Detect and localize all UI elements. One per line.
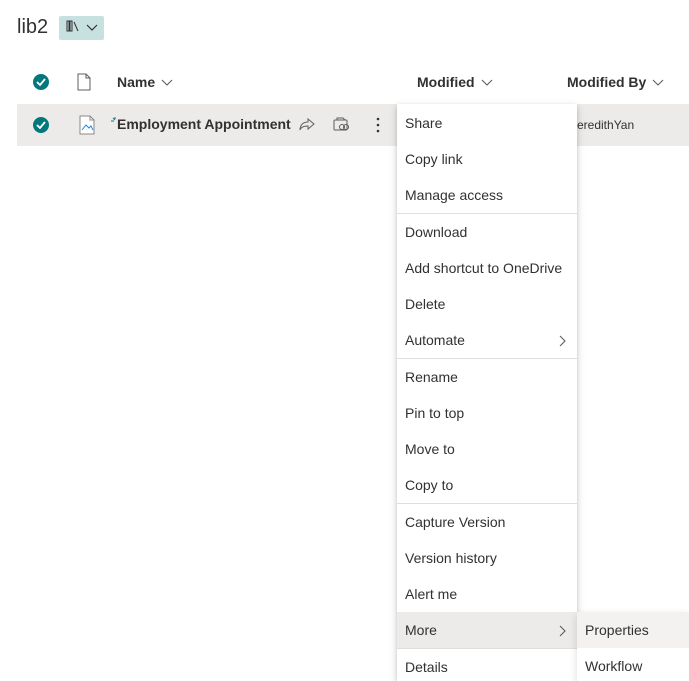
file-name-link[interactable]: Employment Appointment [117, 116, 291, 132]
column-header-modified[interactable]: Modified [417, 74, 493, 90]
submenu-item-properties[interactable]: Properties [577, 612, 689, 648]
menu-item-rename[interactable]: Rename [397, 359, 577, 395]
menu-item-add-shortcut[interactable]: Add shortcut to OneDrive [397, 250, 577, 286]
menu-item-label: Share [405, 115, 443, 131]
menu-item-label: Add shortcut to OneDrive [405, 260, 563, 276]
library-view-icon [66, 19, 82, 38]
table-row[interactable]: Employment Appointment eredithYan [17, 104, 689, 146]
view-switch-button[interactable] [59, 16, 104, 40]
chevron-down-icon [652, 74, 664, 90]
context-menu: Share Copy link Manage access Download A… [397, 104, 577, 681]
menu-item-label: Capture Version [405, 514, 506, 530]
menu-item-label: More [405, 622, 437, 638]
menu-item-label: Move to [405, 441, 455, 457]
menu-item-copy-to[interactable]: Copy to [397, 467, 577, 503]
menu-item-details[interactable]: Details [397, 649, 577, 681]
menu-item-version-history[interactable]: Version history [397, 540, 577, 576]
menu-item-label: Alert me [405, 586, 458, 602]
submenu-item-label: Properties [585, 622, 649, 638]
more-actions-icon[interactable] [369, 116, 387, 134]
column-modified-by-label: Modified By [567, 74, 647, 90]
menu-item-more[interactable]: More [397, 612, 577, 648]
chevron-down-icon [161, 74, 173, 90]
list-header: Name Modified Modified By [17, 63, 689, 101]
column-header-name[interactable]: Name [117, 74, 173, 90]
chevron-down-icon [86, 19, 98, 37]
menu-item-automate[interactable]: Automate [397, 322, 577, 358]
library-title: lib2 [17, 16, 49, 38]
menu-item-label: Automate [405, 332, 465, 348]
submenu-item-label: Workflow [585, 658, 643, 674]
file-type-icon [77, 73, 91, 96]
copy-link-icon[interactable] [333, 116, 351, 134]
menu-item-label: Version history [405, 550, 497, 566]
menu-item-delete[interactable]: Delete [397, 286, 577, 322]
page: { "library": { "title": "lib2", "view_ic… [0, 0, 689, 681]
menu-item-label: Manage access [405, 187, 504, 203]
menu-item-capture-version[interactable]: Capture Version [397, 504, 577, 540]
chevron-right-icon [559, 334, 567, 350]
share-icon[interactable] [298, 116, 316, 134]
menu-item-manage-access[interactable]: Manage access [397, 177, 577, 213]
chevron-down-icon [481, 74, 493, 90]
menu-item-share[interactable]: Share [397, 105, 577, 141]
menu-item-label: Copy link [405, 151, 463, 167]
menu-item-alert-me[interactable]: Alert me [397, 576, 577, 612]
chevron-right-icon [559, 624, 567, 640]
menu-item-label: Details [405, 659, 448, 675]
document-icon [78, 115, 96, 140]
submenu-item-workflow[interactable]: Workflow [577, 648, 689, 681]
menu-item-copy-link[interactable]: Copy link [397, 141, 577, 177]
menu-item-pin-to-top[interactable]: Pin to top [397, 395, 577, 431]
row-checkbox[interactable] [33, 117, 49, 133]
menu-item-label: Rename [405, 369, 458, 385]
column-name-label: Name [117, 74, 156, 90]
menu-item-label: Delete [405, 296, 446, 312]
modified-by-value: eredithYan [577, 118, 635, 132]
column-modified-label: Modified [417, 74, 475, 90]
menu-item-label: Download [405, 224, 468, 240]
menu-item-move-to[interactable]: Move to [397, 431, 577, 467]
select-all-checkbox[interactable] [33, 74, 49, 90]
menu-item-label: Pin to top [405, 405, 465, 421]
menu-item-label: Copy to [405, 477, 454, 493]
menu-item-download[interactable]: Download [397, 214, 577, 250]
column-header-modified-by[interactable]: Modified By [567, 74, 664, 90]
more-submenu: Properties Workflow [577, 612, 689, 681]
